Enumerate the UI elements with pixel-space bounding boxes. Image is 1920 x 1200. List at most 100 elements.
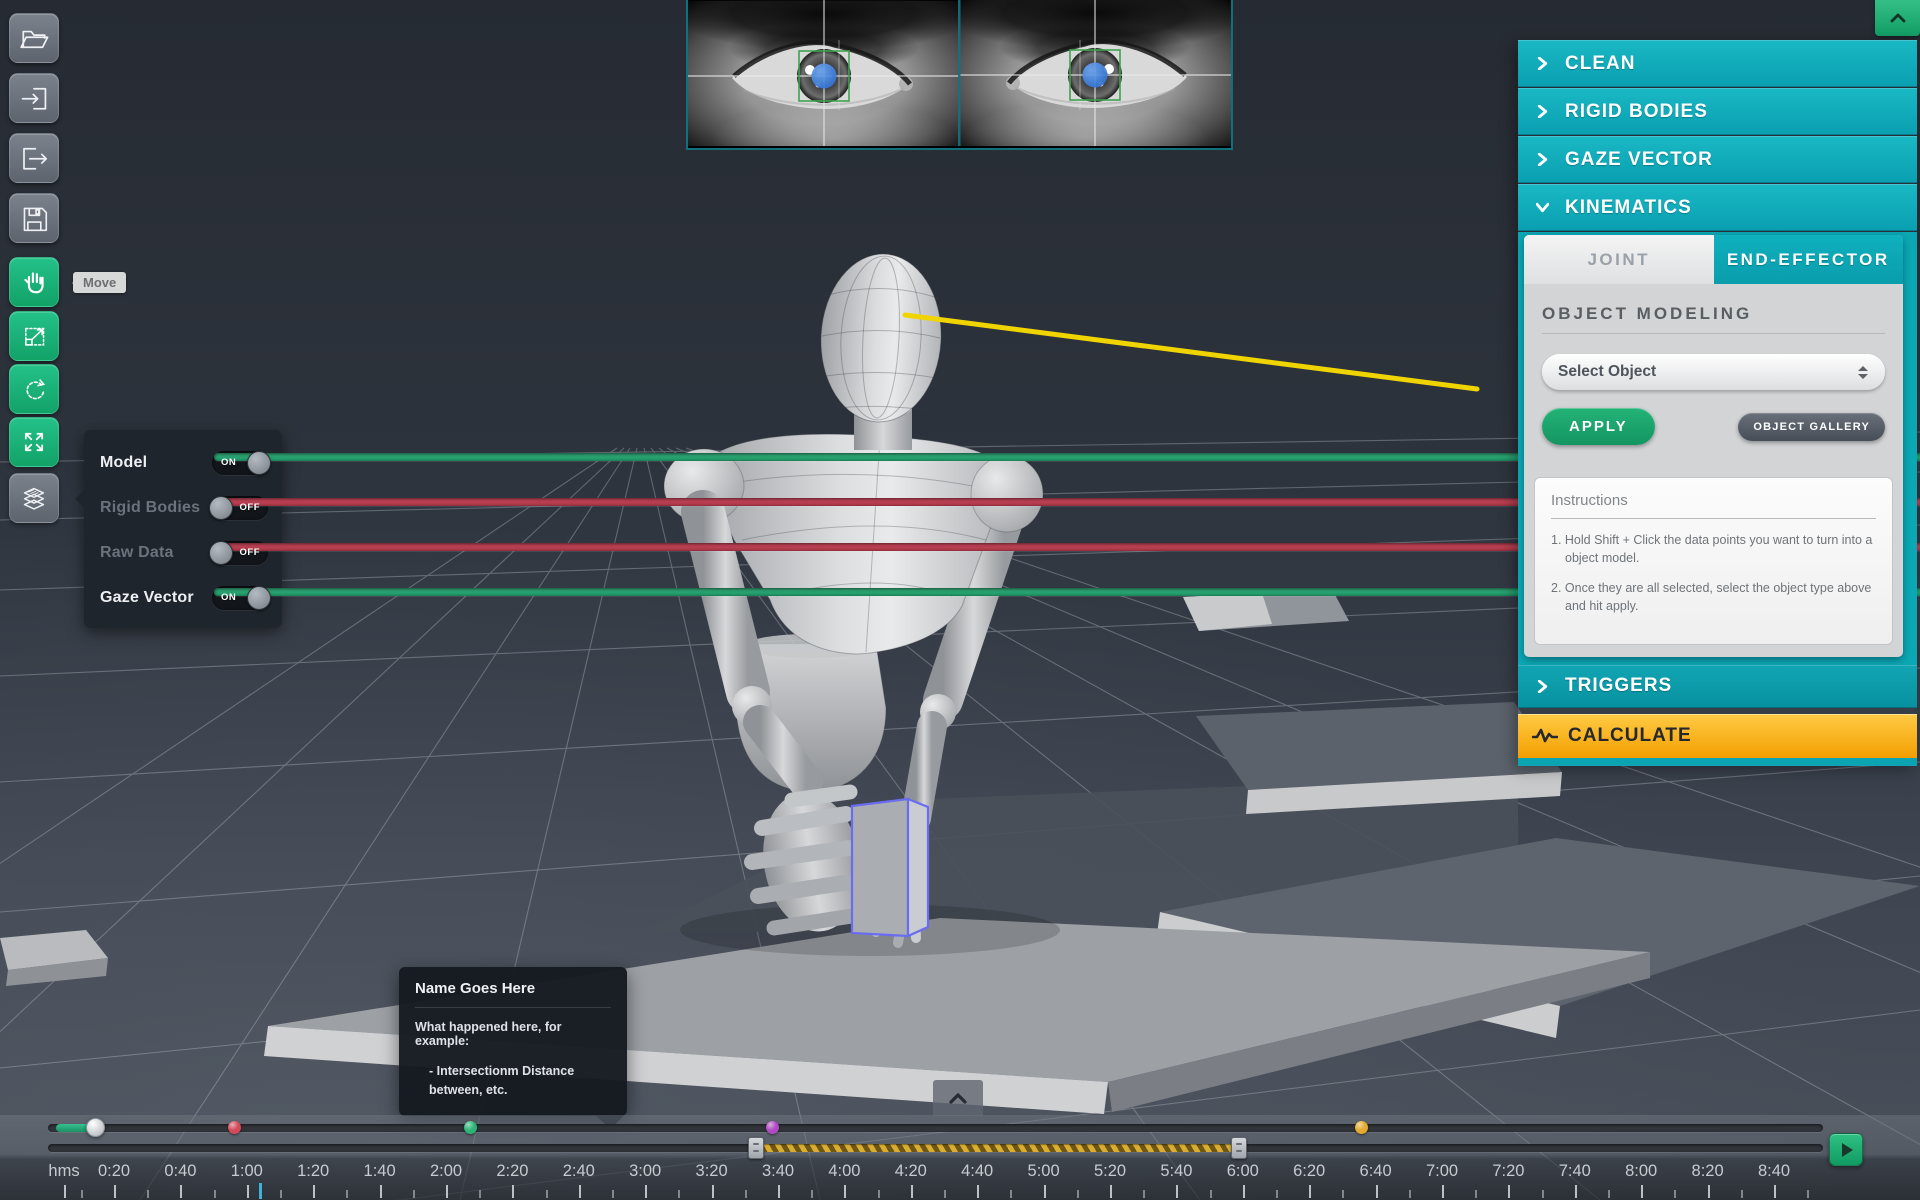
apply-button[interactable]: APPLY: [1542, 408, 1655, 445]
camera-view-divider: [958, 0, 961, 146]
gaze-vector-toggle[interactable]: ON: [212, 586, 268, 610]
layer-label: Model: [100, 454, 147, 472]
timeline-bar: hms0:200:401:001:201:402:002:202:403:003…: [0, 1115, 1920, 1200]
timeline-tick-label: 4:00: [828, 1162, 860, 1181]
selected-object-box[interactable]: [852, 799, 928, 936]
timeline-tick-label: 3:40: [762, 1162, 794, 1181]
toggle-knob[interactable]: [247, 586, 271, 610]
calculate-label: CALCULATE: [1568, 725, 1692, 747]
panel-collapse-button[interactable]: [1875, 0, 1920, 36]
timeline-tick-label: 7:00: [1426, 1162, 1458, 1181]
section-kinematics[interactable]: KINEMATICS: [1518, 184, 1917, 231]
timeline-tick-label: 1:20: [297, 1162, 329, 1181]
chevron-down-icon: [1536, 201, 1549, 214]
section-clean[interactable]: CLEAN: [1518, 40, 1917, 87]
playhead-knob[interactable]: [86, 1118, 105, 1137]
chevron-right-icon: [1536, 57, 1549, 70]
model-toggle[interactable]: ON: [212, 451, 268, 475]
range-handle-start[interactable]: [748, 1137, 764, 1159]
toggle-knob[interactable]: [209, 496, 233, 520]
export-button[interactable]: [9, 133, 59, 183]
play-button[interactable]: [1829, 1133, 1863, 1166]
range-track[interactable]: [48, 1144, 1823, 1152]
event-green-marker[interactable]: [464, 1121, 477, 1134]
instructions-list: 1. Hold Shift + Click the data points yo…: [1551, 531, 1876, 616]
section-rigid-bodies[interactable]: RIGID BODIES: [1518, 88, 1917, 135]
timeline-tick-label: 4:40: [961, 1162, 993, 1181]
chevron-right-icon: [1536, 105, 1549, 118]
import-button[interactable]: [9, 73, 59, 123]
timeline-tick-label: 7:20: [1492, 1162, 1524, 1181]
dropdown-arrows-icon: [1857, 365, 1869, 380]
event-annotation-tooltip: Name Goes Here What happened here, for e…: [399, 967, 627, 1116]
waveform-icon: [1532, 727, 1558, 745]
timeline-tick-label: 2:00: [430, 1162, 462, 1181]
toggle-knob[interactable]: [247, 451, 271, 475]
timeline-tick-label: 0:40: [164, 1162, 196, 1181]
move-tool-button[interactable]: [9, 257, 59, 307]
annotation-subtitle: What happened here, for example:: [415, 1020, 611, 1048]
raw-data-toggle[interactable]: OFF: [212, 541, 268, 565]
select-object-dropdown[interactable]: Select Object: [1542, 354, 1885, 390]
move-tooltip-label: Move: [83, 275, 116, 290]
toggle-knob[interactable]: [209, 541, 233, 565]
section-label: RIGID BODIES: [1565, 101, 1708, 123]
instruction-item: 2. Once they are all selected, select th…: [1551, 579, 1876, 615]
eye-tracking-camera-view: [686, 0, 1233, 150]
object-gallery-button[interactable]: OBJECT GALLERY: [1738, 413, 1885, 441]
layers-button[interactable]: [9, 473, 59, 523]
expand-tool-button[interactable]: [9, 417, 59, 467]
scale-tool-button[interactable]: [9, 311, 59, 361]
timeline-tick-label: 7:40: [1559, 1162, 1591, 1181]
right-pupil-marker: [1083, 63, 1108, 88]
range-handle-end[interactable]: [1231, 1137, 1247, 1159]
export-icon: [18, 143, 50, 173]
save-button[interactable]: [9, 193, 59, 243]
rotate-tool-button[interactable]: [9, 364, 59, 414]
timeline-tick-label: 1:40: [364, 1162, 396, 1181]
timeline-tick-label: 6:00: [1227, 1162, 1259, 1181]
range-selection[interactable]: [756, 1144, 1239, 1152]
layer-row-raw-data: Raw Data OFF: [100, 530, 268, 575]
timeline-tick-label: 6:20: [1293, 1162, 1325, 1181]
layer-label: Rigid Bodies: [100, 499, 200, 517]
layers-panel: Model ON Rigid Bodies OFF Raw Data OFF G…: [84, 430, 282, 628]
analysis-panel: CLEAN RIGID BODIES GAZE VECTOR KINEMATIC…: [1518, 40, 1917, 766]
rigid-bodies-toggle[interactable]: OFF: [212, 496, 268, 520]
timeline-tick-label: 3:00: [629, 1162, 661, 1181]
timeline-expand-tab[interactable]: [933, 1080, 983, 1116]
chevron-up-icon: [948, 1092, 968, 1104]
ruler-cursor-tick: [259, 1183, 262, 1199]
instructions-box: Instructions 1. Hold Shift + Click the d…: [1534, 477, 1893, 645]
layer-row-rigid-bodies: Rigid Bodies OFF: [100, 485, 268, 530]
divider: [1551, 518, 1876, 519]
annotation-bullet: - Intersectionm Distance between, etc.: [429, 1062, 579, 1100]
timeline-tick-label: 3:20: [696, 1162, 728, 1181]
event-yellow-marker[interactable]: [1355, 1121, 1368, 1134]
save-icon: [19, 203, 49, 233]
timeline-tick-label: 4:20: [895, 1162, 927, 1181]
timeline-tick-label: 6:40: [1360, 1162, 1392, 1181]
chevron-right-icon: [1536, 153, 1549, 166]
import-icon: [18, 83, 50, 113]
timeline-tick-label: 0:20: [98, 1162, 130, 1181]
divider: [415, 1007, 611, 1008]
chevron-right-icon: [1536, 680, 1549, 693]
timeline-tick-label: 2:20: [496, 1162, 528, 1181]
calculate-button[interactable]: CALCULATE: [1518, 714, 1917, 758]
rotate-icon: [19, 374, 49, 404]
object-modeling-title: OBJECT MODELING: [1542, 304, 1885, 324]
section-triggers[interactable]: TRIGGERS: [1518, 665, 1917, 708]
section-gaze-vector[interactable]: GAZE VECTOR: [1518, 136, 1917, 183]
play-icon: [1842, 1143, 1853, 1157]
annotation-title: Name Goes Here: [415, 980, 611, 997]
kinematics-content: JOINT END-EFFECTOR OBJECT MODELING Selec…: [1518, 232, 1917, 665]
playback-track[interactable]: [48, 1124, 1823, 1132]
tab-joint[interactable]: JOINT: [1524, 235, 1714, 284]
event-purple-marker[interactable]: [766, 1121, 779, 1134]
tab-end-effector[interactable]: END-EFFECTOR: [1714, 235, 1904, 284]
layers-icon: [18, 482, 50, 514]
event-red-marker[interactable]: [228, 1121, 241, 1134]
open-project-button[interactable]: [9, 13, 59, 63]
chevron-up-icon: [1890, 13, 1906, 23]
